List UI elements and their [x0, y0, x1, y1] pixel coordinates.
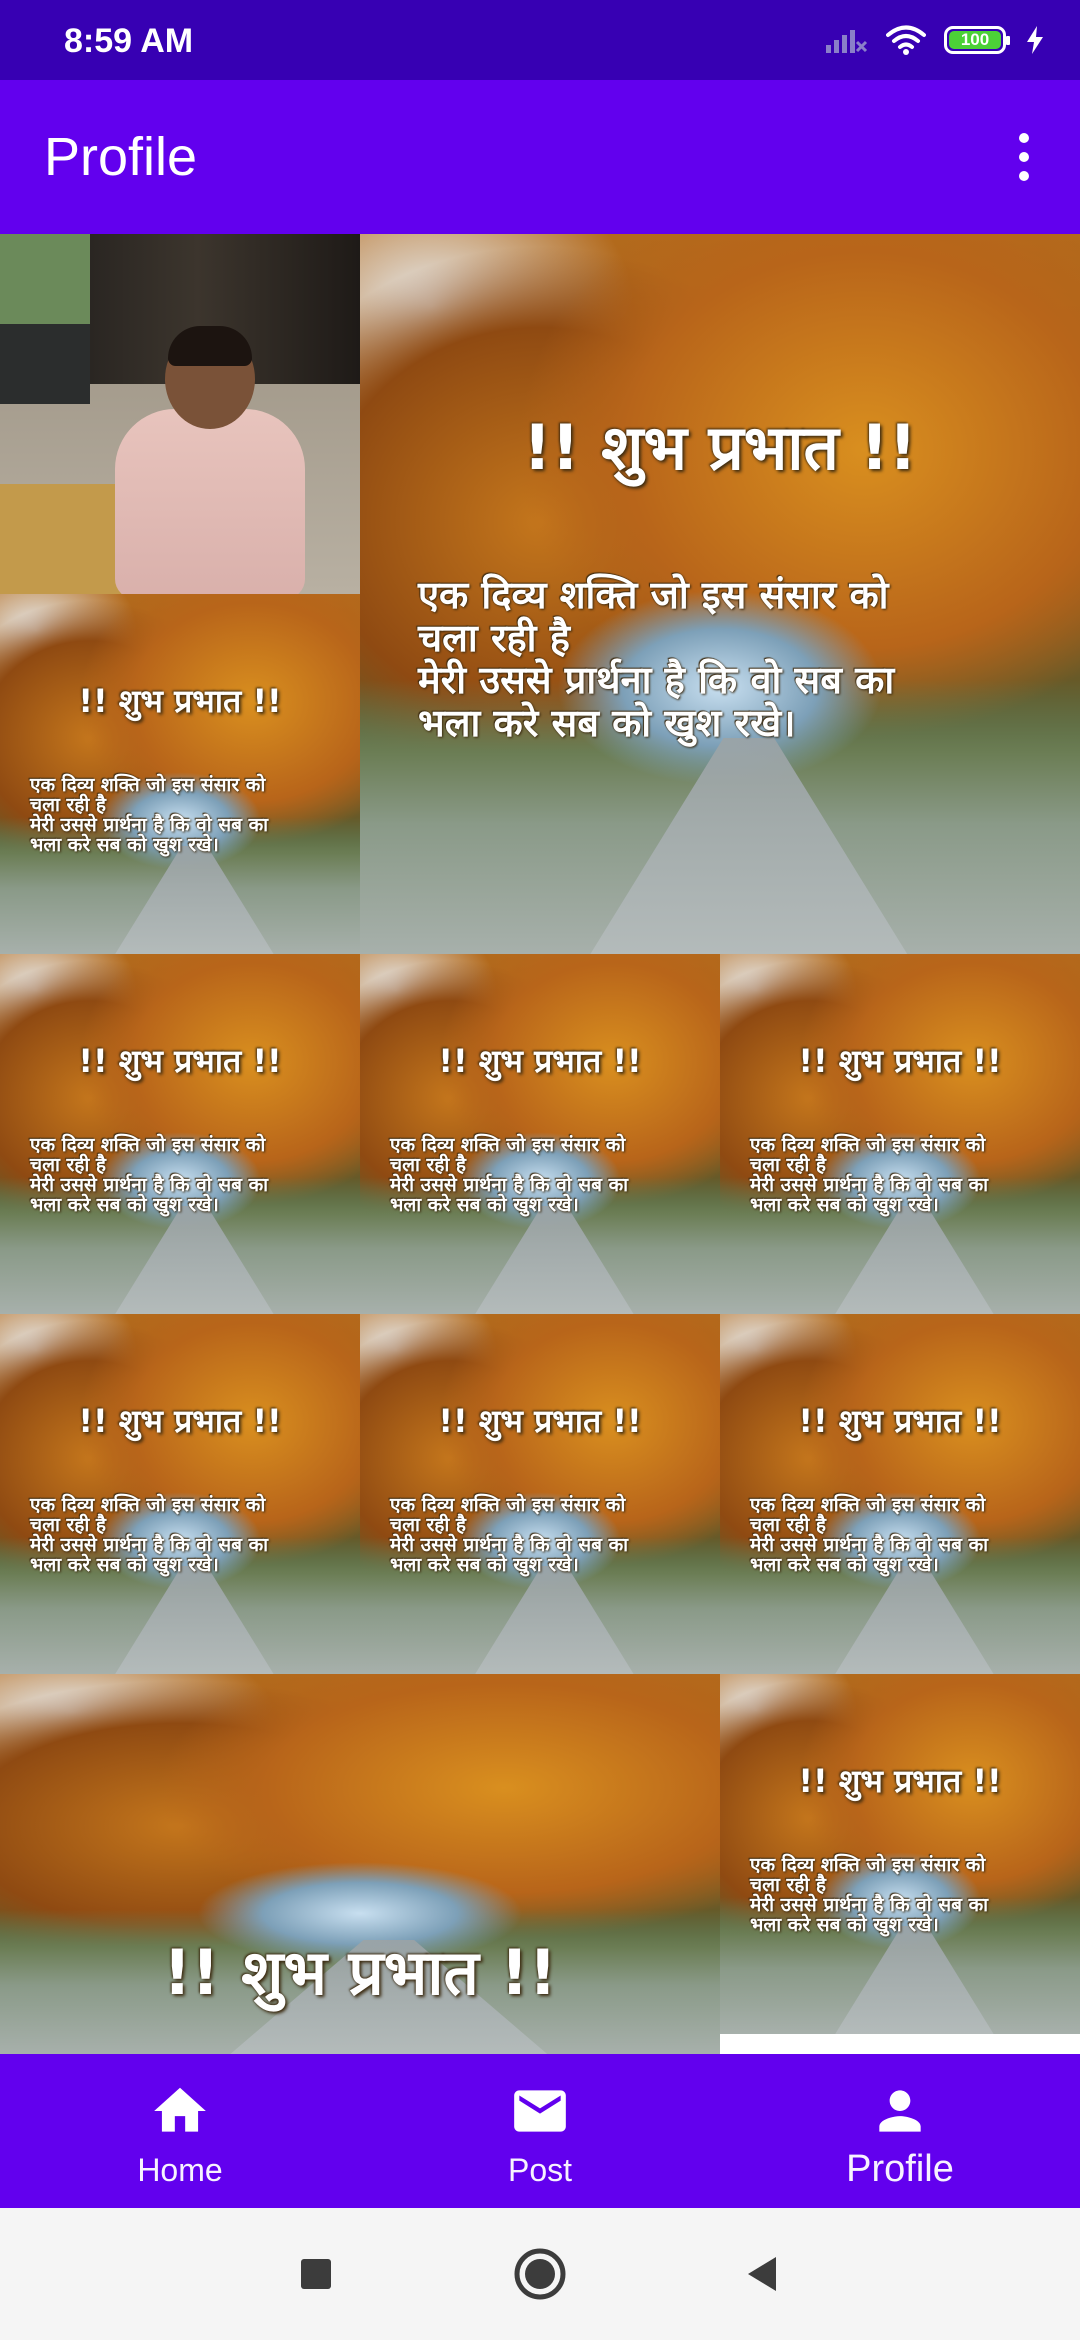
post-image-title: !! शुभ प्रभात !!: [78, 1402, 282, 1440]
post-image-title: !! शुभ प्रभात !!: [78, 1042, 282, 1080]
post-image-text: एक दिव्य शक्ति जो इस संसार को चला रही है…: [390, 1134, 629, 1216]
home-icon: [154, 2087, 206, 2132]
battery-icon: 100: [944, 26, 1010, 54]
profile-post-grid: !! शुभ प्रभात !! एक दिव्य शक्ति जो इस सं…: [0, 234, 1080, 2054]
post-image[interactable]: !! शुभ प्रभात !! एक दिव्य शक्ति जो इस सं…: [360, 234, 1080, 954]
post-image-text: एक दिव्य शक्ति जो इस संसार को चला रही है…: [750, 1854, 989, 1936]
post-image-title: !! शुभ प्रभात !!: [438, 1042, 642, 1080]
system-navigation-bar: [0, 2208, 1080, 2340]
post-image-title: !! शुभ प्रभात !!: [78, 682, 282, 720]
post-image-title: !! शुभ प्रभात !!: [798, 1402, 1002, 1440]
post-image-title: !! शुभ प्रभात !!: [798, 1042, 1002, 1080]
nav-label-post: Post: [507, 2152, 573, 2188]
wifi-icon: [886, 25, 926, 55]
post-image[interactable]: !! शुभ प्रभात !! एक दिव्य शक्ति जो इस सं…: [0, 1314, 360, 1674]
status-bar: 8:59 AM 100: [0, 0, 1080, 80]
person-icon: [879, 2090, 921, 2132]
nav-item-post[interactable]: Post: [360, 2054, 720, 2208]
post-image-text: एक दिव्य शक्ति जो इस संसार को चला रही है…: [418, 573, 895, 745]
post-image[interactable]: !! शुभ प्रभात !! एक दिव्य शक्ति जो इस सं…: [720, 1314, 1080, 1674]
signal-off-icon: [826, 30, 868, 53]
post-image-child-photo[interactable]: [0, 234, 360, 594]
recents-square-icon[interactable]: [288, 2246, 344, 2302]
charging-bolt-icon: [1027, 26, 1043, 54]
post-image-text: एक दिव्य शक्ति जो इस संसार को चला रही है…: [750, 1494, 989, 1576]
app-bar: Profile: [0, 80, 1080, 234]
nav-item-home[interactable]: Home: [0, 2054, 360, 2208]
post-image[interactable]: !! शुभ प्रभात !!: [0, 1674, 720, 2054]
post-image-title: !! शुभ प्रभात !!: [438, 1402, 642, 1440]
home-circle-icon[interactable]: [512, 2246, 568, 2302]
post-image-text: एक दिव्य शक्ति जो इस संसार को चला रही है…: [30, 1134, 269, 1216]
post-image[interactable]: !! शुभ प्रभात !! एक दिव्य शक्ति जो इस सं…: [720, 954, 1080, 1314]
post-image-title: !! शुभ प्रभात !!: [523, 411, 917, 484]
post-image[interactable]: !! शुभ प्रभात !! एक दिव्य शक्ति जो इस सं…: [0, 954, 360, 1314]
post-image[interactable]: !! शुभ प्रभात !! एक दिव्य शक्ति जो इस सं…: [360, 1314, 720, 1674]
post-image-text: एक दिव्य शक्ति जो इस संसार को चला रही है…: [390, 1494, 629, 1576]
post-image-title: !! शुभ प्रभात !!: [163, 1936, 557, 2009]
status-time: 8:59 AM: [64, 22, 194, 60]
post-image-text: एक दिव्य शक्ति जो इस संसार को चला रही है…: [30, 1494, 269, 1576]
battery-level: 100: [960, 30, 990, 49]
mail-icon: [514, 2090, 566, 2132]
nav-item-profile[interactable]: Profile: [720, 2054, 1080, 2208]
back-triangle-icon[interactable]: [734, 2246, 790, 2302]
post-image[interactable]: !! शुभ प्रभात !! एक दिव्य शक्ति जो इस सं…: [360, 954, 720, 1314]
bottom-navigation: Home Post Profile: [0, 2054, 1080, 2208]
nav-label-profile: Profile: [846, 2148, 954, 2190]
status-icons: 100: [824, 18, 1046, 62]
post-image-text: एक दिव्य शक्ति जो इस संसार को चला रही है…: [750, 1134, 989, 1216]
post-image[interactable]: !! शुभ प्रभात !! एक दिव्य शक्ति जो इस सं…: [0, 594, 360, 954]
nav-label-home: Home: [137, 2152, 223, 2188]
post-image-text: एक दिव्य शक्ति जो इस संसार को चला रही है…: [30, 774, 269, 856]
more-vertical-icon[interactable]: [994, 127, 1054, 187]
post-image[interactable]: !! शुभ प्रभात !! एक दिव्य शक्ति जो इस सं…: [720, 1674, 1080, 2034]
post-image-title: !! शुभ प्रभात !!: [798, 1762, 1002, 1800]
page-title: Profile: [44, 127, 198, 187]
